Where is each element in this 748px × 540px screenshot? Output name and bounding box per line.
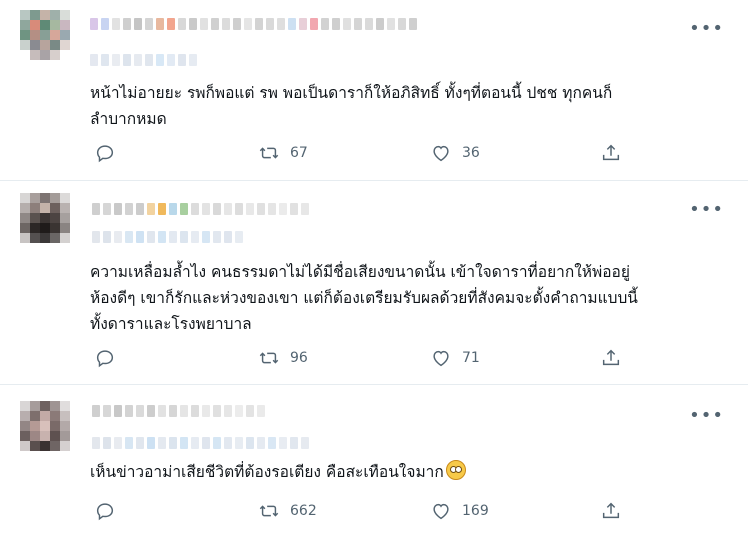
like-count: 36 <box>462 145 480 161</box>
tweet-text-line: ความเหลื่อมล้ำไง คนธรรมดาไม่ได้มีชื่อเสี… <box>90 263 630 281</box>
like-count: 71 <box>462 350 480 366</box>
reply-button[interactable] <box>94 500 116 522</box>
reply-button[interactable] <box>94 347 116 369</box>
retweet-count: 96 <box>290 350 308 366</box>
tweet-text-line: เห็นข่าวอาม่าเสียชีวิตที่ต้องรอเตียง คือ… <box>90 459 710 485</box>
like-button[interactable]: 71 <box>430 347 480 369</box>
display-name-blurred[interactable] <box>92 405 265 419</box>
tweet-actions: 67 36 <box>90 142 650 166</box>
tweet-actions: 662 169 <box>90 500 650 524</box>
tweet[interactable]: ••• หน้าไม่อายยะ รพก็พอแต่ รพ พอเป็นดารา… <box>0 0 748 181</box>
more-icon[interactable]: ••• <box>689 18 724 39</box>
reply-icon <box>96 350 114 368</box>
retweet-icon <box>259 505 279 517</box>
tweet-text-line: ลำบากหมด <box>90 110 167 128</box>
tweet-text-line: ห้องดีๆ เขาก็รักและห่วงของเขา แต่ก็ต้องเ… <box>90 289 638 307</box>
avatar[interactable] <box>20 401 70 457</box>
share-button[interactable] <box>600 347 622 369</box>
tweet-actions: 96 71 <box>90 347 650 371</box>
retweet-button[interactable]: 67 <box>258 142 308 164</box>
tweet[interactable]: ••• ความเหลื่อมล้ำไง คนธรรมดาไม่ได้มีชื่… <box>0 181 748 385</box>
username-blurred[interactable] <box>92 437 309 451</box>
reply-icon <box>96 503 114 521</box>
more-icon[interactable]: ••• <box>689 199 724 220</box>
username-blurred[interactable] <box>90 54 197 68</box>
avatar[interactable] <box>20 10 70 66</box>
like-icon <box>433 350 449 367</box>
username-blurred[interactable] <box>92 231 243 245</box>
tweet-text-line: หน้าไม่อายยะ รพก็พอแต่ รพ พอเป็นดาราก็ให… <box>90 84 613 102</box>
more-icon[interactable]: ••• <box>689 405 724 426</box>
tweet-text-content: เห็นข่าวอาม่าเสียชีวิตที่ต้องรอเตียง คือ… <box>90 463 444 481</box>
share-icon <box>602 349 620 366</box>
tweet-text: หน้าไม่อายยะ รพก็พอแต่ รพ พอเป็นดาราก็ให… <box>90 80 710 132</box>
like-button[interactable]: 36 <box>430 142 480 164</box>
display-name-blurred[interactable] <box>92 203 309 217</box>
avatar[interactable] <box>20 193 70 249</box>
share-button[interactable] <box>600 142 622 164</box>
tweet-text-line: ทั้งดาราและโรงพยาบาล <box>90 315 252 333</box>
like-icon <box>433 503 449 520</box>
tweet[interactable]: ••• เห็นข่าวอาม่าเสียชีวิตที่ต้องรอเตียง… <box>0 385 748 540</box>
face-with-rolling-eyes-emoji <box>445 460 466 480</box>
share-button[interactable] <box>600 500 622 522</box>
retweet-count: 662 <box>290 503 317 519</box>
share-icon <box>602 502 620 519</box>
retweet-button[interactable]: 96 <box>258 347 308 369</box>
tweet-text: ความเหลื่อมล้ำไง คนธรรมดาไม่ได้มีชื่อเสี… <box>90 259 710 337</box>
retweet-icon <box>259 352 279 364</box>
like-icon <box>433 145 449 162</box>
display-name-blurred[interactable] <box>90 18 417 32</box>
reply-button[interactable] <box>94 142 116 164</box>
tweet-text: เห็นข่าวอาม่าเสียชีวิตที่ต้องรอเตียง คือ… <box>90 459 710 485</box>
retweet-count: 67 <box>290 145 308 161</box>
retweet-icon <box>259 147 279 159</box>
like-button[interactable]: 169 <box>430 500 489 522</box>
reply-icon <box>96 145 114 163</box>
like-count: 169 <box>462 503 489 519</box>
share-icon <box>602 144 620 161</box>
retweet-button[interactable]: 662 <box>258 500 317 522</box>
